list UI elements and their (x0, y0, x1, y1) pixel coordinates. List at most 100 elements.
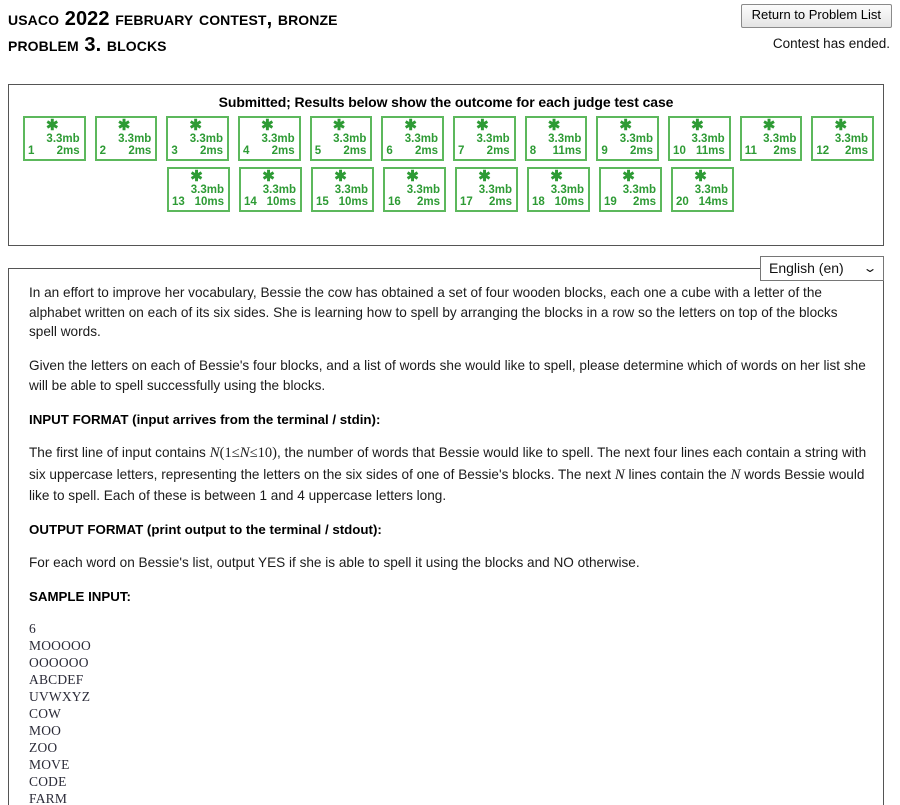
test-case-box[interactable]: ✱ 3.3mb 10ms 14 (239, 167, 302, 212)
test-case-time: 2ms (343, 145, 367, 157)
test-case-pass-icon: ✱ (262, 168, 275, 185)
test-case-memory: 3.3mb (548, 133, 582, 145)
judge-results-panel: Submitted; Results below show the outcom… (8, 84, 884, 246)
test-case-box[interactable]: ✱ 3.3mb 2ms 12 (811, 116, 875, 161)
test-case-box[interactable]: ✱ 3.3mb 2ms 2 (94, 116, 158, 161)
chevron-down-icon: ⌄ (862, 261, 878, 275)
test-case-box[interactable]: ✱ 3.3mb 11ms 10 (668, 116, 731, 161)
input-format-body: The first line of input contains N(1≤N≤1… (29, 443, 867, 506)
test-case-memory: 3.3mb (550, 184, 584, 196)
test-case-box[interactable]: ✱ 3.3mb 14ms 20 (671, 167, 734, 212)
input-text-3: lines contain the (624, 466, 731, 482)
sample-input-heading: SAMPLE INPUT: (29, 588, 131, 604)
test-case-memory: 3.3mb (118, 133, 152, 145)
test-case-memory: 3.3mb (46, 133, 80, 145)
test-case-box[interactable]: ✱ 3.3mb 10ms 15 (311, 167, 374, 212)
less-equal-icon-2: ≤ (249, 444, 258, 461)
test-case-pass-icon: ✱ (261, 117, 274, 134)
test-case-box[interactable]: ✱ 3.3mb 10ms 13 (167, 167, 230, 212)
test-case-time: 2ms (773, 145, 797, 157)
test-case-pass-icon: ✱ (476, 117, 489, 134)
input-variable-n-1: N (209, 444, 220, 461)
test-case-time: 11ms (552, 145, 582, 157)
test-case-number: 18 (532, 196, 545, 208)
test-case-memory: 3.3mb (694, 184, 728, 196)
constraint-max: 10) (257, 444, 277, 461)
test-case-time: 2ms (415, 145, 439, 157)
test-case-memory: 3.3mb (406, 184, 440, 196)
test-case-box[interactable]: ✱ 3.3mb 2ms 19 (599, 167, 662, 212)
test-case-pass-icon: ✱ (117, 117, 131, 134)
test-case-box[interactable]: ✱ 3.3mb 2ms 9 (596, 116, 660, 161)
test-case-time: 14ms (698, 196, 728, 208)
test-case-box[interactable]: ✱ 3.3mb 2ms 7 (453, 116, 516, 161)
test-case-number: 6 (386, 145, 393, 157)
test-case-memory: 3.3mb (478, 184, 512, 196)
test-case-number: 14 (244, 196, 257, 208)
test-case-time: 2ms (845, 145, 869, 157)
test-case-pass-icon: ✱ (622, 168, 635, 185)
test-case-grid: ✱ 3.3mb 2ms 1 ✱ 3.3mb 2ms 2 ✱ 3.3mb 2ms 3 ✱ 3.3mb 2ms 4… (9, 110, 883, 212)
test-case-time: 11ms (695, 145, 725, 157)
test-case-box[interactable]: ✱ 3.3mb 2ms 5 (309, 116, 373, 161)
test-case-box[interactable]: ✱ 3.3mb 2ms 11 (739, 116, 803, 161)
test-case-number: 13 (172, 196, 185, 208)
input-variable-n-2: N (239, 444, 250, 461)
results-heading: Submitted; Results below show the outcom… (218, 94, 674, 110)
contest-status-text: Contest has ended. (772, 35, 890, 51)
input-format-heading: INPUT FORMAT (input arrives from the ter… (29, 411, 381, 427)
test-case-box[interactable]: ✱ 3.3mb 11ms 8 (524, 116, 588, 161)
test-case-number: 12 (816, 145, 830, 157)
test-case-number: 7 (458, 145, 465, 157)
problem-statement-content: In an effort to improve her vocabulary, … (9, 269, 883, 805)
constraint-open: (1 (219, 444, 232, 461)
problem-paragraph-2: Given the letters on each of Bessie's fo… (29, 358, 866, 393)
test-case-memory: 3.3mb (262, 184, 296, 196)
test-case-pass-icon: ✱ (478, 168, 491, 185)
test-case-number: 5 (314, 145, 322, 157)
test-case-memory: 3.3mb (404, 133, 439, 145)
test-case-pass-icon: ✱ (550, 168, 563, 185)
test-case-memory: 3.3mb (691, 133, 725, 145)
test-case-time: 10ms (338, 196, 368, 208)
test-case-time: 2ms (271, 145, 295, 157)
test-case-time: 10ms (554, 196, 584, 208)
test-case-number: 10 (673, 145, 686, 157)
test-case-number: 17 (460, 196, 473, 208)
test-case-box[interactable]: ✱ 3.3mb 2ms 1 (23, 116, 86, 161)
output-format-body: For each word on Bessie's list, output Y… (29, 555, 640, 571)
test-case-box[interactable]: ✱ 3.3mb 2ms 4 (238, 116, 301, 161)
return-to-problem-list-button[interactable]: Return to Problem List (740, 4, 892, 28)
test-case-pass-icon: ✱ (189, 117, 202, 134)
test-case-pass-icon: ✱ (694, 168, 707, 185)
test-case-pass-icon: ✱ (334, 168, 347, 185)
test-case-number: 4 (243, 145, 250, 157)
test-case-box[interactable]: ✱ 3.3mb 2ms 16 (383, 167, 446, 212)
test-case-memory: 3.3mb (190, 184, 224, 196)
test-case-memory: 3.3mb (622, 184, 656, 196)
test-case-memory: 3.3mb (261, 133, 295, 145)
test-case-box[interactable]: ✱ 3.3mb 2ms 6 (381, 116, 445, 161)
test-case-time: 10ms (194, 196, 224, 208)
page-header: USACO 2022 February Contest, Bronze Prob… (0, 0, 900, 62)
sample-input-block: 6 MOOOOO OOOOOO ABCDEF UVWXYZ COW MOO ZO… (29, 621, 91, 805)
problem-paragraph-1: In an effort to improve her vocabulary, … (29, 285, 838, 340)
test-case-box[interactable]: ✱ 3.3mb 2ms 3 (166, 116, 230, 161)
test-case-time: 2ms (486, 145, 510, 157)
test-case-number: 9 (601, 145, 608, 157)
test-case-box[interactable]: ✱ 3.3mb 10ms 18 (527, 167, 590, 212)
test-case-time: 2ms (416, 196, 440, 208)
test-case-pass-icon: ✱ (406, 168, 419, 185)
test-case-number: 1 (28, 145, 35, 157)
language-select[interactable]: English (en) ⌄ (760, 256, 884, 281)
test-case-time: 2ms (630, 145, 654, 157)
test-case-memory: 3.3mb (834, 133, 869, 145)
test-case-number: 20 (676, 196, 689, 208)
test-case-pass-icon: ✱ (404, 117, 417, 134)
input-text-1: The first line of input contains (29, 444, 210, 460)
test-case-pass-icon: ✱ (619, 117, 632, 134)
test-case-number: 11 (744, 145, 757, 157)
test-case-pass-icon: ✱ (547, 117, 561, 134)
test-case-box[interactable]: ✱ 3.3mb 2ms 17 (455, 167, 518, 212)
test-case-time: 2ms (199, 145, 224, 157)
